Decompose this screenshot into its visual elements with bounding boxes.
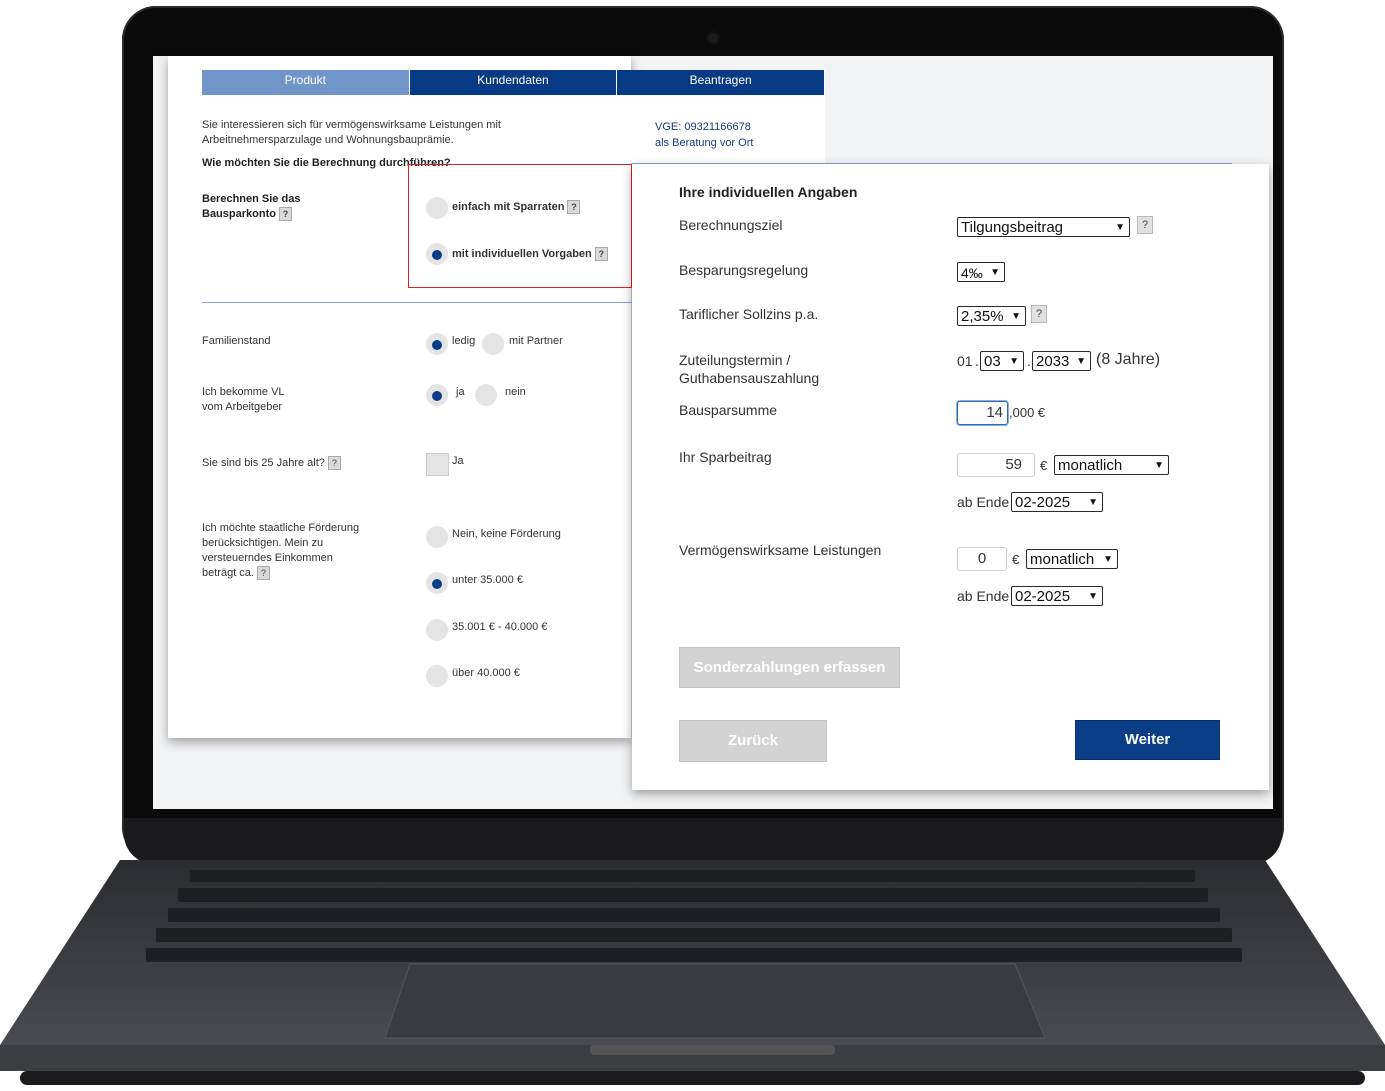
zuteilung-day: 01 — [957, 353, 973, 369]
vl-amount-input[interactable]: 0 — [957, 547, 1007, 571]
foerderung-label: Ich möchte staatliche Förderung berücksi… — [202, 521, 359, 581]
familienstand-label: Familienstand — [202, 335, 271, 347]
calc-label: Berechnen Sie das Bausparkonto? — [202, 192, 300, 222]
radio-ledig[interactable] — [426, 333, 448, 355]
sparbeitrag-currency: € — [1040, 458, 1048, 473]
chevron-down-icon: ▼ — [1154, 460, 1164, 471]
help-icon[interactable]: ? — [256, 566, 270, 581]
sollzins-label: Tariflicher Sollzins p.a. — [679, 306, 819, 322]
besparungsregelung-select[interactable]: 4‰ ▼ — [957, 262, 1005, 282]
berechnungsziel-label: Berechnungsziel — [679, 217, 783, 233]
tab-kundendaten[interactable]: Kundendaten — [409, 70, 618, 95]
vl-ab-label: ab Ende — [957, 588, 1010, 604]
laptop-keyboard-base — [0, 860, 1385, 1085]
chevron-down-icon: ▼ — [1103, 554, 1113, 565]
zuteilung-label-line2: Guthabensauszahlung — [679, 370, 820, 386]
zuteilung-label-line1: Zuteilungstermin / — [679, 352, 791, 368]
help-icon[interactable]: ? — [327, 456, 341, 471]
date-separator: . — [975, 353, 979, 369]
age-checkbox[interactable] — [426, 453, 449, 476]
sparbeitrag-interval-select[interactable]: monatlich ▼ — [1054, 455, 1169, 475]
next-button[interactable]: Weiter — [1075, 720, 1220, 760]
radio-foerderung-under35[interactable] — [426, 572, 448, 594]
radio-foerderung-none-label: Nein, keine Förderung — [452, 528, 561, 540]
date-separator: . — [1027, 353, 1031, 369]
step-tabs: Produkt Kundendaten Beantragen — [202, 70, 826, 95]
zuteilung-label: Zuteilungstermin / Guthabensauszahlung — [679, 351, 819, 387]
radio-foerderung-under35-label: unter 35.000 € — [452, 574, 523, 586]
sonderzahlungen-button[interactable]: Sonderzahlungen erfassen — [679, 647, 900, 688]
highlight-box — [408, 164, 632, 288]
divider — [202, 302, 632, 303]
radio-foerderung-35-40-label: 35.001 € - 40.000 € — [452, 621, 548, 633]
vge-number: VGE: 09321166678 — [655, 121, 751, 133]
laptop-bezel-bottom — [124, 818, 1282, 864]
help-icon[interactable]: ? — [278, 207, 292, 222]
help-icon[interactable]: ? — [1031, 305, 1047, 323]
radio-vl-ja-label: ja — [456, 386, 465, 398]
sparbeitrag-label: Ihr Sparbeitrag — [679, 449, 772, 465]
chevron-down-icon: ▼ — [1115, 222, 1125, 233]
age-checkbox-label: Ja — [452, 455, 464, 467]
radio-foerderung-none[interactable] — [426, 526, 448, 548]
back-button[interactable]: Zurück — [679, 720, 827, 762]
radio-mit-partner[interactable] — [482, 333, 504, 355]
calc-label-line1: Berechnen Sie das — [202, 193, 301, 205]
chevron-down-icon: ▼ — [1088, 497, 1098, 508]
bausparsumme-suffix: ,000 € — [1009, 405, 1046, 420]
radio-vl-nein[interactable] — [475, 384, 497, 406]
berechnungsziel-select[interactable]: Tilgungsbeitrag ▼ — [957, 217, 1130, 237]
radio-foerderung-35-40[interactable] — [426, 619, 448, 641]
intro-text: Sie interessieren sich für vermögenswirk… — [202, 119, 501, 146]
radio-vl-nein-label: nein — [505, 386, 526, 398]
panel-title: Ihre individuellen Angaben — [679, 184, 858, 200]
vl-label-line1: Ich bekomme VL — [202, 386, 285, 398]
calc-label-line2: Bausparkonto — [202, 208, 276, 220]
vl-amount-label: Vermögenswirksame Leistungen — [679, 542, 882, 558]
radio-foerderung-over40-label: über 40.000 € — [452, 667, 520, 679]
radio-vl-ja[interactable] — [426, 384, 448, 406]
sparbeitrag-input[interactable]: 59 — [957, 453, 1035, 477]
foerderung-label-line: versteuerndes Einkommen — [202, 552, 333, 564]
zuteilung-note: (8 Jahre) — [1096, 351, 1161, 368]
vl-label-line2: vom Arbeitgeber — [202, 401, 283, 413]
age-label: Sie sind bis 25 Jahre alt?? — [202, 456, 341, 471]
vl-label: Ich bekomme VL vom Arbeitgeber — [202, 385, 285, 415]
sollzins-select[interactable]: 2,35% ▼ — [957, 306, 1026, 326]
foerderung-label-line: berücksichtigen. Mein zu — [202, 537, 324, 549]
camera-icon — [708, 33, 718, 43]
sparbeitrag-ab-label: ab Ende — [957, 494, 1010, 510]
vge-mode: als Beratung vor Ort — [655, 137, 754, 149]
vge-info: VGE: 09321166678 als Beratung vor Ort — [655, 119, 753, 151]
vl-ab-select[interactable]: 02-2025 ▼ — [1011, 586, 1103, 606]
zuteilung-month-select[interactable]: 03 ▼ — [980, 351, 1024, 371]
chevron-down-icon: ▼ — [1076, 356, 1086, 367]
vl-currency: € — [1012, 552, 1020, 567]
foerderung-label-line: Ich möchte staatliche Förderung — [202, 522, 360, 534]
tab-beantragen[interactable]: Beantragen — [617, 70, 826, 95]
bausparsumme-label: Bausparsumme — [679, 402, 778, 418]
zuteilung-year-select[interactable]: 2033 ▼ — [1032, 351, 1091, 371]
chevron-down-icon: ▼ — [1009, 356, 1019, 367]
chevron-down-icon: ▼ — [1011, 311, 1021, 322]
radio-foerderung-over40[interactable] — [426, 665, 448, 687]
radio-ledig-label: ledig — [452, 335, 476, 347]
radio-mit-partner-label: mit Partner — [509, 335, 563, 347]
help-icon[interactable]: ? — [1137, 216, 1153, 234]
vl-interval-select[interactable]: monatlich ▼ — [1026, 549, 1118, 569]
foerderung-label-line: beträgt ca. — [202, 567, 254, 579]
sparbeitrag-ab-select[interactable]: 02-2025 ▼ — [1011, 492, 1103, 512]
chevron-down-icon: ▼ — [1088, 591, 1098, 602]
chevron-down-icon: ▼ — [990, 267, 1000, 278]
individual-input-panel — [632, 164, 1269, 790]
bausparsumme-input[interactable]: 14 — [957, 401, 1008, 425]
tab-produkt[interactable]: Produkt — [202, 70, 410, 95]
besparungsregelung-label: Besparungsregelung — [679, 262, 809, 278]
